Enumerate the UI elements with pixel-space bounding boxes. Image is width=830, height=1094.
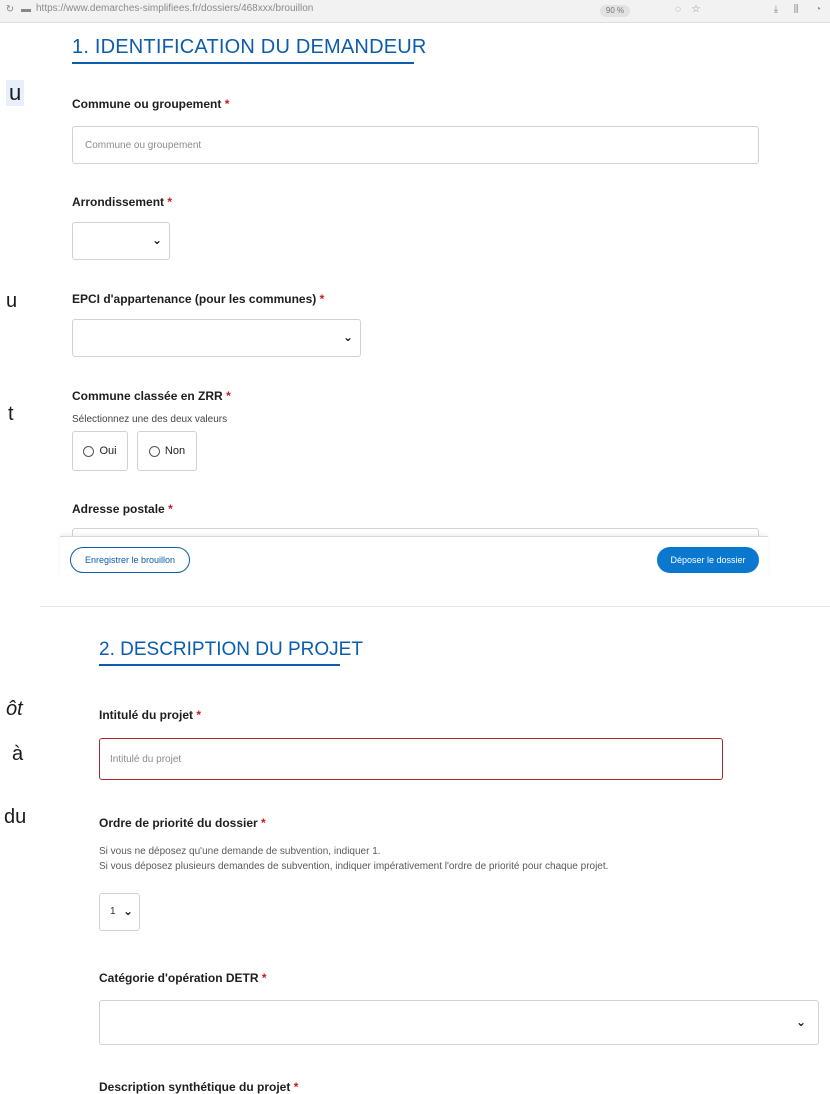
required-mark: * xyxy=(168,502,173,516)
zrr-option-non[interactable]: Non xyxy=(137,431,197,471)
required-mark: * xyxy=(261,971,267,985)
account-icon[interactable]: ◔ xyxy=(812,4,824,16)
priorite-select[interactable]: 1 ⌄ xyxy=(99,893,140,931)
chevron-down-icon: ⌄ xyxy=(152,233,163,247)
reload-icon[interactable]: ↻ xyxy=(4,4,16,16)
required-mark: * xyxy=(226,389,231,403)
arrondissement-select[interactable]: ⌄ xyxy=(72,222,170,260)
section-2-underline xyxy=(99,664,340,666)
priorite-label: Ordre de priorité du dossier * xyxy=(99,816,266,830)
zrr-option-oui[interactable]: Oui xyxy=(72,431,128,471)
doc-fragment-5: à xyxy=(12,743,24,765)
categorie-label-text: Catégorie d'opération DETR xyxy=(99,971,259,985)
epci-label: EPCI d'appartenance (pour les communes) … xyxy=(72,292,324,306)
required-mark: * xyxy=(196,708,202,722)
chevron-down-icon: ⌄ xyxy=(343,330,354,344)
categorie-label: Catégorie d'opération DETR * xyxy=(99,971,267,985)
categorie-select[interactable]: ⌄ xyxy=(99,1000,819,1045)
zrr-label: Commune classée en ZRR * xyxy=(72,389,231,403)
priorite-label-text: Ordre de priorité du dossier xyxy=(99,816,258,830)
section-1-underline xyxy=(72,62,414,64)
section-1-title: 1. IDENTIFICATION DU DEMANDEUR xyxy=(72,36,427,58)
priorite-hint-1: Si vous ne déposez qu'une demande de sub… xyxy=(99,846,381,857)
doc-fragment-4: ôt xyxy=(6,698,23,720)
chevron-down-icon: ⌄ xyxy=(123,904,134,918)
arrondissement-label-text: Arrondissement xyxy=(72,195,165,209)
priorite-hint-2: Si vous déposez plusieurs demandes de su… xyxy=(99,861,609,872)
screenshot-identification xyxy=(30,0,830,578)
zrr-hint: Sélectionnez une des deux valeurs xyxy=(72,414,228,425)
description-label-text: Description synthétique du projet xyxy=(99,1080,291,1094)
radio-icon xyxy=(148,445,160,457)
description-label: Description synthétique du projet * xyxy=(99,1080,298,1094)
zrr-option-oui-label: Oui xyxy=(99,445,117,457)
radio-icon xyxy=(83,445,95,457)
zoom-badge[interactable]: 90 % xyxy=(600,5,630,17)
browser-toolbar: ↻ ▬ https://www.demarches-simplifiees.fr… xyxy=(0,0,830,23)
address-bar[interactable]: https://www.demarches-simplifiees.fr/dos… xyxy=(36,3,313,14)
doc-fragment-6: du xyxy=(4,806,27,828)
doc-fragment-2: u xyxy=(6,290,18,312)
shield-icon: ◌ xyxy=(675,4,681,15)
commune-placeholder: Commune ou groupement xyxy=(85,139,202,151)
required-mark: * xyxy=(261,816,266,830)
commune-label: Commune ou groupement * xyxy=(72,97,229,111)
intitule-placeholder: Intitulé du projet xyxy=(110,753,182,765)
intitule-label-text: Intitulé du projet xyxy=(99,708,193,722)
adresse-label: Adresse postale * xyxy=(72,502,173,516)
library-icon[interactable]: ⫼ xyxy=(790,4,802,16)
doc-fragment-3: t xyxy=(8,403,14,425)
chevron-down-icon: ⌄ xyxy=(796,1015,807,1029)
commune-input[interactable]: Commune ou groupement xyxy=(72,126,759,164)
required-mark: * xyxy=(293,1080,299,1094)
section-2-title: 2. DESCRIPTION DU PROJET xyxy=(99,639,363,660)
required-mark: * xyxy=(319,292,325,306)
doc-fragment-1: u xyxy=(6,80,25,106)
commune-label-text: Commune ou groupement xyxy=(72,97,222,111)
intitule-label: Intitulé du projet * xyxy=(99,708,201,722)
zrr-option-non-label: Non xyxy=(164,445,186,457)
zrr-label-text: Commune classée en ZRR xyxy=(72,389,223,403)
submit-button[interactable]: Déposer le dossier xyxy=(657,547,759,573)
epci-label-text: EPCI d'appartenance (pour les communes) xyxy=(72,292,317,306)
required-mark: * xyxy=(167,195,173,209)
adresse-label-text: Adresse postale xyxy=(72,502,165,516)
save-draft-button[interactable]: Enregistrer le brouillon xyxy=(70,547,190,573)
lock-icon: ▬ xyxy=(21,4,31,15)
priorite-value: 1 xyxy=(110,906,116,917)
epci-select[interactable]: ⌄ xyxy=(72,319,361,357)
required-mark: * xyxy=(224,97,230,111)
download-icon[interactable]: ⤓ xyxy=(770,4,782,16)
arrondissement-label: Arrondissement * xyxy=(72,195,172,209)
intitule-input[interactable]: Intitulé du projet xyxy=(99,738,723,780)
star-icon[interactable]: ☆ xyxy=(690,4,702,16)
